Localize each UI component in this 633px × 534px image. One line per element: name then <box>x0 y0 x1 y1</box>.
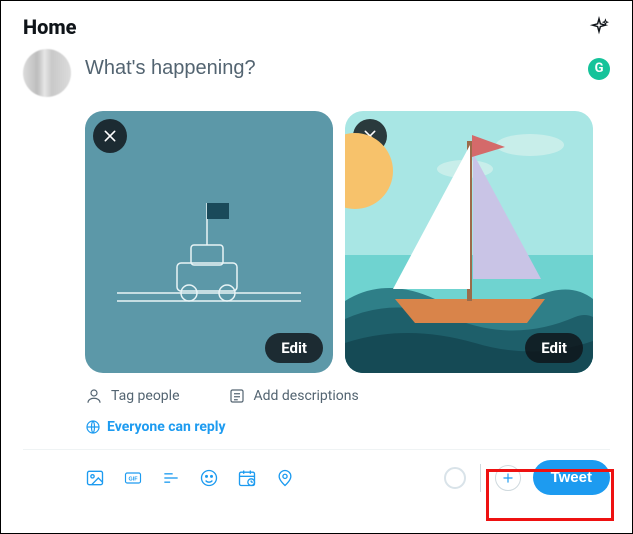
character-count-circle <box>444 467 466 489</box>
divider <box>480 464 481 492</box>
edit-button[interactable]: Edit <box>525 333 583 363</box>
add-descriptions-button[interactable]: Add descriptions <box>228 387 359 405</box>
globe-icon <box>85 419 101 435</box>
media-attachment: Edit <box>85 111 333 373</box>
close-icon[interactable] <box>93 119 127 153</box>
add-descriptions-label: Add descriptions <box>254 388 359 404</box>
description-icon <box>228 387 246 405</box>
gif-icon[interactable]: GIF <box>123 468 143 488</box>
divider <box>23 449 610 450</box>
reply-setting-button[interactable]: Everyone can reply <box>85 419 610 435</box>
tag-people-button[interactable]: Tag people <box>85 387 180 405</box>
page-title: Home <box>23 15 77 39</box>
compose-input[interactable] <box>85 57 588 80</box>
tweet-button[interactable]: Tweet <box>533 460 610 495</box>
person-icon <box>85 387 103 405</box>
schedule-icon[interactable] <box>237 468 257 488</box>
grammarly-icon[interactable]: G <box>588 58 610 80</box>
avatar[interactable] <box>23 49 71 97</box>
edit-button[interactable]: Edit <box>265 333 323 363</box>
emoji-icon[interactable] <box>199 468 219 488</box>
add-thread-button[interactable] <box>495 465 521 491</box>
tag-people-label: Tag people <box>111 388 180 404</box>
location-icon[interactable] <box>275 468 295 488</box>
reply-setting-label: Everyone can reply <box>107 419 226 435</box>
svg-text:GIF: GIF <box>128 476 138 482</box>
poll-icon[interactable] <box>161 468 181 488</box>
media-attachment: Edit <box>345 111 593 373</box>
sparkle-icon[interactable] <box>588 16 610 38</box>
image-icon[interactable] <box>85 468 105 488</box>
